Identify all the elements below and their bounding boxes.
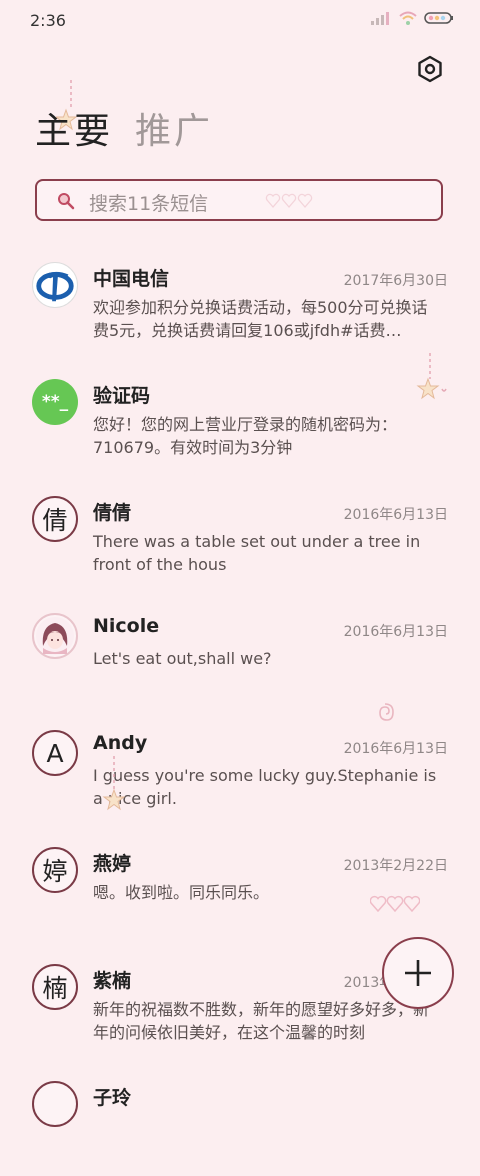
signal-icon — [371, 12, 389, 25]
conversation-list: 中国电信 2017年6月30日 欢迎参加积分兑换话费活动，每500分可兑换话费5… — [0, 240, 480, 1176]
message-preview: 新年的祝福数不胜数，新年的愿望好多好多，新年的问候依旧美好，在这个温馨的时刻 — [93, 1000, 430, 1042]
spiral-decoration — [379, 703, 394, 721]
contact-name: Andy — [93, 732, 148, 754]
contact-avatar: 倩 — [32, 496, 78, 542]
conversation-item[interactable]: A Andy 2016年6月13日 I guess you're some lu… — [0, 703, 480, 825]
conversation-item[interactable]: 子玲 — [0, 1059, 480, 1176]
contact-name: 倩倩 — [93, 502, 132, 524]
hanging-star-decoration — [102, 756, 126, 811]
tab-bar: 主要 推广 — [35, 108, 213, 156]
contact-avatar — [32, 1081, 78, 1127]
tab-promotions[interactable]: 推广 — [135, 108, 213, 156]
message-date: 2013年2月22日 — [343, 858, 448, 874]
china-telecom-logo-icon — [32, 262, 78, 308]
conversation-item[interactable]: Nicole 2016年6月13日 Let's eat out,shall we… — [0, 591, 480, 708]
conversation-item[interactable]: 中国电信 2017年6月30日 欢迎参加积分兑换话费活动，每500分可兑换话费5… — [0, 240, 480, 357]
search-input[interactable]: 搜索11条短信 — [35, 179, 443, 221]
search-icon — [58, 193, 75, 210]
wifi-icon — [399, 11, 417, 25]
contact-avatar: A — [32, 730, 78, 776]
new-message-button[interactable] — [382, 937, 454, 1009]
contact-avatar: 婷 — [32, 847, 78, 893]
contact-name: 紫楠 — [93, 970, 132, 992]
contact-name: Nicole — [93, 615, 160, 637]
contact-photo-avatar — [32, 613, 78, 659]
contact-name: 子玲 — [93, 1087, 132, 1109]
contact-avatar: 楠 — [32, 964, 78, 1010]
conversation-item[interactable]: 婷 燕婷 2013年2月22日 嗯。收到啦。同乐同乐。 — [0, 825, 480, 942]
contact-name: 中国电信 — [93, 268, 170, 290]
message-preview: 欢迎参加积分兑换话费活动，每500分可兑换话费5元，兑换话费请回复106或jfd… — [93, 298, 428, 340]
message-date: 2016年6月13日 — [343, 507, 448, 523]
hearts-decoration — [370, 895, 420, 913]
conversation-item[interactable]: 倩 倩倩 2016年6月13日 There was a table set ou… — [0, 474, 480, 591]
girl-avatar-icon — [36, 617, 74, 655]
search-placeholder: 搜索11条短信 — [89, 193, 209, 215]
plus-icon — [405, 960, 431, 986]
contact-name: 燕婷 — [93, 853, 132, 875]
message-preview: 您好！您的网上营业厅登录的随机密码为：710679。有效时间为3分钟 — [93, 415, 398, 457]
settings-button[interactable] — [416, 55, 444, 83]
verification-code-avatar: **_ — [32, 379, 78, 425]
message-date: 2016年6月13日 — [343, 624, 448, 640]
hearts-decoration — [265, 193, 313, 208]
status-bar: 2:36 — [0, 0, 480, 40]
status-icons — [370, 10, 454, 26]
battery-icon — [424, 12, 453, 24]
contact-name: 验证码 — [93, 385, 151, 407]
message-preview: Let's eat out,shall we? — [93, 649, 272, 668]
settings-hexagon-icon — [418, 55, 442, 83]
message-date: 2016年6月13日 — [343, 741, 448, 757]
message-preview: There was a table set out under a tree i… — [93, 532, 421, 574]
tab-main[interactable]: 主要 — [35, 108, 113, 156]
hanging-star-decoration — [416, 353, 447, 400]
message-date: 2017年6月30日 — [343, 273, 448, 289]
message-preview: I guess you're some lucky guy.Stephanie … — [93, 766, 437, 808]
conversation-item[interactable]: **_ 验证码 您好！您的网上营业厅登录的随机密码为：710679。有效时间为3… — [0, 353, 480, 474]
status-time: 2:36 — [30, 11, 66, 30]
